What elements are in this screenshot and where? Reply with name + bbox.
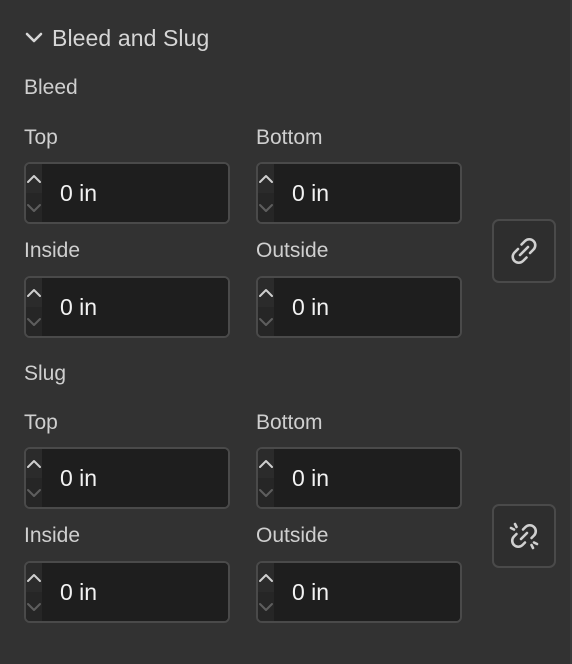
bleed-outside-spin bbox=[258, 278, 274, 336]
bleed-inside-stepper bbox=[24, 276, 230, 338]
bleed-top-input[interactable] bbox=[42, 164, 228, 222]
slug-bottom-input[interactable] bbox=[274, 449, 460, 507]
slug-bottom-label: Bottom bbox=[256, 411, 323, 434]
bleed-inside-decrement[interactable] bbox=[26, 307, 42, 336]
bleed-bottom-spin bbox=[258, 164, 274, 222]
bleed-outside-increment[interactable] bbox=[258, 278, 274, 307]
slug-bottom-spin bbox=[258, 449, 274, 507]
slug-inside-spin bbox=[26, 563, 42, 621]
chevron-down-icon bbox=[259, 488, 273, 497]
slug-inside-decrement[interactable] bbox=[26, 592, 42, 621]
chevron-down-icon bbox=[259, 602, 273, 611]
slug-top-label: Top bbox=[24, 411, 58, 434]
slug-bottom-stepper bbox=[256, 447, 462, 509]
slug-outside-spin bbox=[258, 563, 274, 621]
chevron-up-icon bbox=[259, 288, 273, 297]
slug-link-button[interactable] bbox=[492, 504, 556, 568]
chevron-up-icon bbox=[259, 174, 273, 183]
section-title: Bleed and Slug bbox=[52, 24, 210, 51]
bleed-bottom-decrement[interactable] bbox=[258, 193, 274, 222]
slug-outside-label: Outside bbox=[256, 524, 329, 547]
slug-inside-label: Inside bbox=[24, 524, 81, 547]
bleed-top-increment[interactable] bbox=[26, 164, 42, 193]
chevron-up-icon bbox=[27, 288, 41, 297]
slug-bottom-decrement[interactable] bbox=[258, 478, 274, 507]
bleed-label: Bleed bbox=[24, 76, 78, 99]
bleed-top-spin bbox=[26, 164, 42, 222]
bleed-and-slug-panel: Bleed and Slug Bleed Top Bottom Inside O… bbox=[0, 0, 572, 664]
slug-top-increment[interactable] bbox=[26, 449, 42, 478]
slug-outside-decrement[interactable] bbox=[258, 592, 274, 621]
slug-outside-stepper bbox=[256, 561, 462, 623]
chevron-down-icon bbox=[24, 31, 44, 45]
bleed-inside-input[interactable] bbox=[42, 278, 228, 336]
slug-inside-input[interactable] bbox=[42, 563, 228, 621]
chevron-up-icon bbox=[259, 573, 273, 582]
bleed-and-slug-header[interactable]: Bleed and Slug bbox=[24, 22, 209, 54]
bleed-top-decrement[interactable] bbox=[26, 193, 42, 222]
chevron-down-icon bbox=[27, 602, 41, 611]
slug-top-stepper bbox=[24, 447, 230, 509]
slug-outside-increment[interactable] bbox=[258, 563, 274, 592]
bleed-outside-input[interactable] bbox=[274, 278, 460, 336]
bleed-bottom-stepper bbox=[256, 162, 462, 224]
chevron-up-icon bbox=[259, 459, 273, 468]
slug-top-input[interactable] bbox=[42, 449, 228, 507]
chevron-down-icon bbox=[27, 488, 41, 497]
chevron-down-icon bbox=[27, 203, 41, 212]
slug-outside-input[interactable] bbox=[274, 563, 460, 621]
chevron-down-icon bbox=[27, 317, 41, 326]
bleed-inside-spin bbox=[26, 278, 42, 336]
bleed-outside-stepper bbox=[256, 276, 462, 338]
chevron-up-icon bbox=[27, 174, 41, 183]
slug-inside-stepper bbox=[24, 561, 230, 623]
chevron-up-icon bbox=[27, 573, 41, 582]
unlink-icon bbox=[509, 522, 539, 550]
bleed-link-button[interactable] bbox=[492, 219, 556, 283]
bleed-top-label: Top bbox=[24, 126, 58, 149]
link-icon bbox=[511, 238, 537, 264]
slug-inside-increment[interactable] bbox=[26, 563, 42, 592]
bleed-outside-label: Outside bbox=[256, 239, 329, 262]
bleed-inside-label: Inside bbox=[24, 239, 81, 262]
bleed-bottom-label: Bottom bbox=[256, 126, 323, 149]
chevron-down-icon bbox=[259, 317, 273, 326]
bleed-bottom-increment[interactable] bbox=[258, 164, 274, 193]
chevron-up-icon bbox=[27, 459, 41, 468]
slug-top-spin bbox=[26, 449, 42, 507]
bleed-top-stepper bbox=[24, 162, 230, 224]
slug-top-decrement[interactable] bbox=[26, 478, 42, 507]
bleed-inside-increment[interactable] bbox=[26, 278, 42, 307]
slug-label: Slug bbox=[24, 362, 67, 385]
slug-bottom-increment[interactable] bbox=[258, 449, 274, 478]
bleed-outside-decrement[interactable] bbox=[258, 307, 274, 336]
bleed-bottom-input[interactable] bbox=[274, 164, 460, 222]
chevron-down-icon bbox=[259, 203, 273, 212]
